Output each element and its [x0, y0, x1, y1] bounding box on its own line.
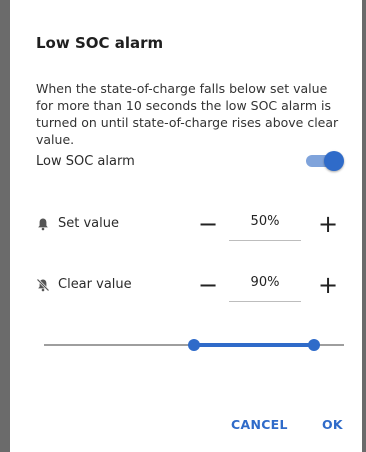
alarm-toggle-label: Low SOC alarm [36, 154, 135, 169]
clear-value-increment-button[interactable]: + [316, 273, 340, 297]
slider-low-handle[interactable] [188, 339, 200, 351]
set-value-text: 50% [250, 214, 280, 229]
slider-high-handle[interactable] [308, 339, 320, 351]
bell-icon [36, 217, 50, 231]
set-value-increment-button[interactable]: + [316, 212, 340, 236]
low-soc-alarm-dialog: Low SOC alarm When the state-of-charge f… [10, 0, 362, 452]
bell-off-icon [36, 278, 50, 292]
clear-value-text: 90% [250, 275, 280, 290]
clear-value-label-text: Clear value [58, 277, 132, 292]
set-value-decrement-button[interactable]: − [196, 212, 220, 236]
clear-value-field[interactable]: 90% [229, 271, 301, 302]
soc-range-slider[interactable] [44, 335, 344, 355]
dialog-description: When the state-of-charge falls below set… [36, 81, 339, 147]
alarm-toggle-switch[interactable] [302, 151, 344, 171]
set-value-field[interactable]: 50% [229, 210, 301, 241]
toggle-thumb [324, 151, 344, 171]
clear-value-decrement-button[interactable]: − [196, 273, 220, 297]
alarm-toggle-label-text: Low SOC alarm [36, 154, 135, 169]
clear-value-label: Clear value [36, 277, 132, 292]
cancel-button[interactable]: CANCEL [231, 417, 288, 432]
ok-button[interactable]: OK [322, 417, 343, 432]
set-value-label-text: Set value [58, 216, 119, 231]
dialog-title: Low SOC alarm [36, 34, 164, 52]
set-value-label: Set value [36, 216, 119, 231]
slider-active-range [194, 343, 314, 347]
